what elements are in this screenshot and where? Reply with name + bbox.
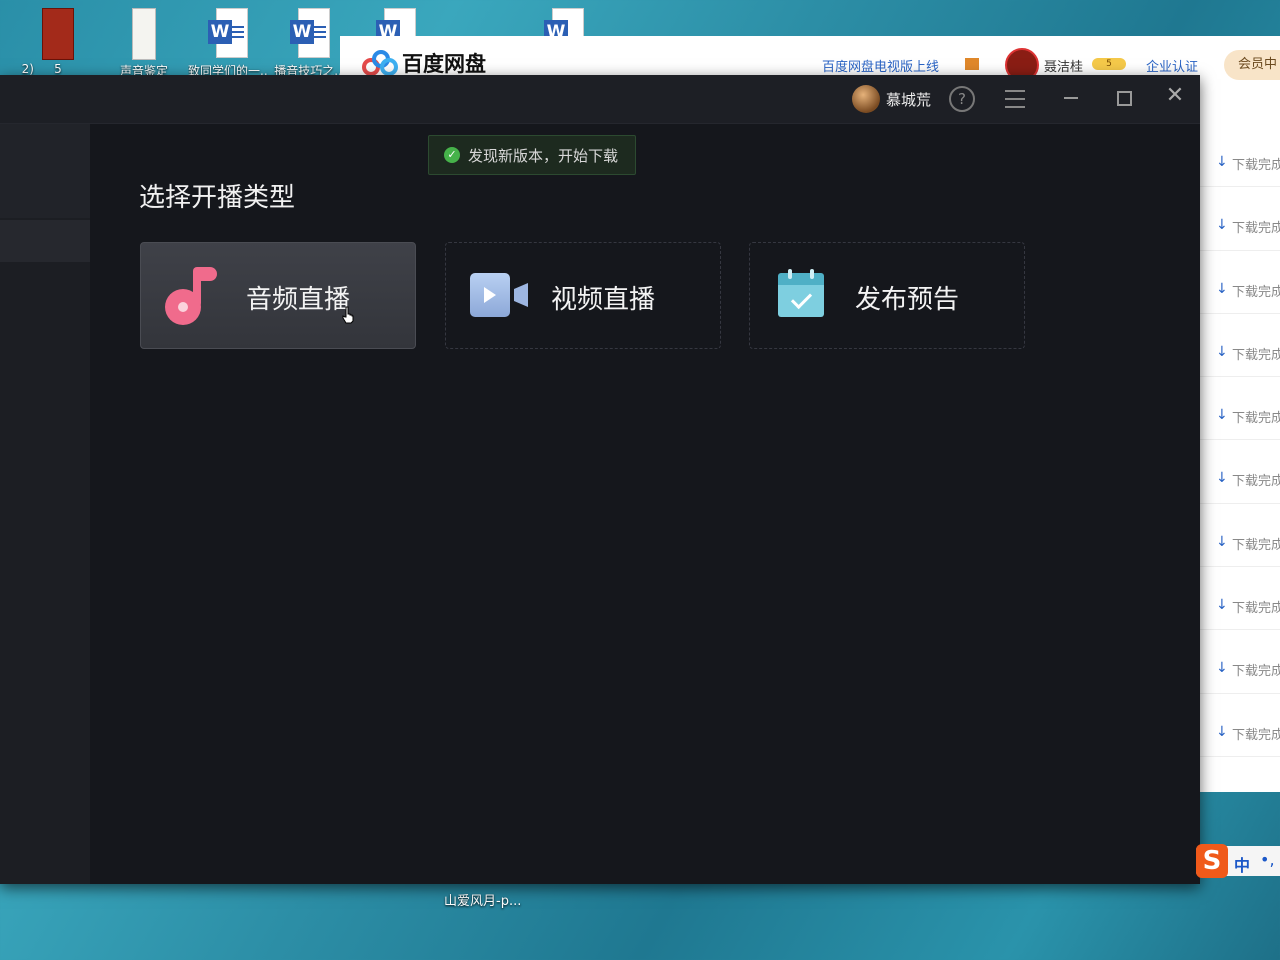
- titlebar: 慕城荒 ? ✕: [0, 75, 1200, 124]
- minimize-icon[interactable]: [1064, 97, 1078, 99]
- download-arrow-icon: ↓: [1216, 154, 1228, 170]
- cloud-logo-icon: [360, 50, 398, 76]
- avatar[interactable]: [852, 85, 880, 113]
- tv-version-link[interactable]: 百度网盘电视版上线: [822, 56, 939, 75]
- desktop-icon-label: 5: [54, 62, 62, 76]
- help-icon[interactable]: ?: [949, 86, 975, 112]
- download-arrow-icon: ↓: [1216, 597, 1228, 614]
- baidu-username[interactable]: 聂洁桂: [1044, 56, 1083, 75]
- sogou-logo-icon[interactable]: S: [1196, 844, 1228, 878]
- update-toast: ✓ 发现新版本，开始下载: [428, 135, 636, 175]
- desktop-icon[interactable]: W: [524, 4, 604, 58]
- book-icon: [42, 8, 74, 60]
- desktop-icon[interactable]: W: [356, 4, 436, 58]
- toast-message: 发现新版本，开始下载: [468, 146, 619, 165]
- download-arrow-icon: ↓: [1216, 280, 1228, 297]
- maximize-icon[interactable]: [1117, 91, 1132, 106]
- ime-toolbar[interactable]: S 中 •,: [1196, 844, 1280, 878]
- word-doc-icon: W: [290, 8, 330, 58]
- card-label: 发布预告: [855, 285, 960, 315]
- sidebar-item[interactable]: [0, 124, 90, 218]
- list-item[interactable]: ↓ 下载完成: [1200, 251, 1280, 314]
- desktop-icon[interactable]: W 致同学们的一...: [188, 4, 268, 78]
- baidu-header: 百度网盘 百度网盘电视版上线 聂洁桂 5 企业认证 会员中: [340, 36, 1280, 82]
- list-item[interactable]: ↓ 下载完成: [1200, 314, 1280, 378]
- list-item[interactable]: ↓ 下载完成: [1200, 440, 1280, 504]
- enterprise-auth-link[interactable]: 企业认证: [1146, 56, 1198, 75]
- baidu-logo: 百度网盘: [360, 48, 486, 78]
- baidu-title: 百度网盘: [402, 52, 486, 76]
- menu-icon[interactable]: [1005, 90, 1025, 114]
- document-icon: [132, 8, 156, 60]
- ime-punctuation[interactable]: •,: [1260, 850, 1275, 869]
- list-item[interactable]: ↓ 下载完成: [1200, 377, 1280, 441]
- sidebar: [0, 124, 90, 884]
- page-title: 选择开播类型: [139, 183, 296, 213]
- ime-language[interactable]: 中: [1234, 852, 1250, 876]
- download-arrow-icon: ↓: [1216, 723, 1228, 740]
- card-label: 视频直播: [551, 285, 656, 315]
- video-live-card[interactable]: 视频直播: [445, 242, 721, 349]
- member-center-button[interactable]: 会员中: [1224, 50, 1280, 80]
- sidebar-item[interactable]: [0, 220, 90, 262]
- download-arrow-icon: ↓: [1216, 217, 1228, 234]
- video-camera-icon: [470, 273, 528, 317]
- list-item[interactable]: ↓ 下载完成: [1200, 124, 1280, 188]
- desktop-icon[interactable]: 声音鉴定: [104, 4, 184, 78]
- desktop-icon[interactable]: 5: [18, 4, 98, 76]
- check-circle-icon: ✓: [444, 147, 460, 163]
- list-item[interactable]: ↓ 下载完成: [1200, 187, 1280, 251]
- live-app-window: 慕城荒 ? ✕ ✓ 发现新版本，开始下载 选择开播类型 音频直播 视频直播 发布…: [0, 75, 1200, 884]
- audio-live-card[interactable]: 音频直播: [140, 242, 416, 349]
- username[interactable]: 慕城荒: [886, 89, 931, 110]
- download-arrow-icon: ↓: [1216, 533, 1228, 550]
- gift-icon[interactable]: [965, 58, 979, 70]
- music-note-icon: [165, 267, 217, 327]
- list-item[interactable]: ↓ 下载完成: [1200, 694, 1280, 757]
- download-arrow-icon: ↓: [1216, 407, 1228, 424]
- download-arrow-icon: ↓: [1216, 343, 1228, 360]
- card-label: 音频直播: [246, 285, 351, 315]
- publish-preview-card[interactable]: 发布预告: [749, 242, 1025, 349]
- list-item[interactable]: ↓ 下载完成: [1200, 567, 1280, 631]
- close-icon[interactable]: ✕: [1164, 85, 1186, 107]
- desktop-icon-label: 山爱风月-p...: [444, 894, 522, 909]
- download-arrow-icon: ↓: [1216, 660, 1228, 677]
- list-item[interactable]: ↓ 下载完成: [1200, 504, 1280, 568]
- calendar-check-icon: [778, 269, 824, 317]
- list-item[interactable]: ↓ 下载完成: [1200, 630, 1280, 694]
- vip-badge: 5: [1092, 58, 1126, 70]
- download-list: ↓ 下载完成 ↓ 下载完成 ↓ 下载完成 ↓ 下载完成 ↓ 下载完成 ↓ 下载完成 ↓ 下载完…: [1200, 124, 1280, 757]
- word-doc-icon: W: [208, 8, 248, 58]
- hand-cursor-icon: [342, 306, 354, 324]
- desktop-icon[interactable]: W 播音技巧之...: [270, 4, 350, 78]
- download-arrow-icon: ↓: [1216, 470, 1228, 487]
